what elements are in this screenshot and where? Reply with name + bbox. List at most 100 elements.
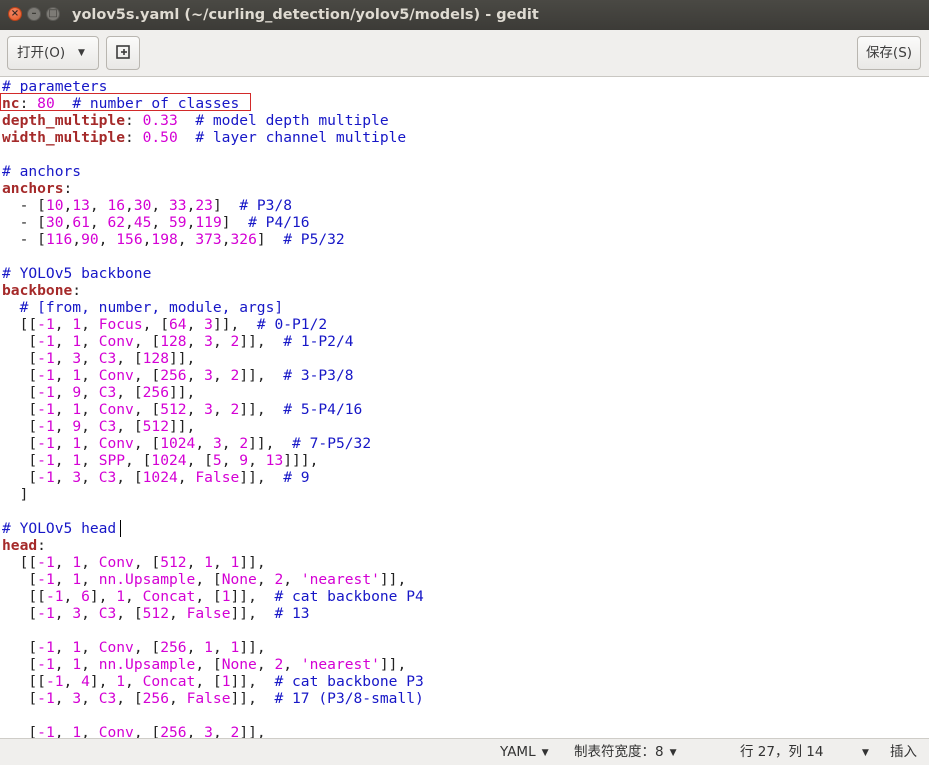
code-token: ]], — [248, 435, 293, 452]
code-token: # 3-P3/8 — [283, 367, 354, 384]
code-token: , — [283, 656, 301, 673]
code-token: anchors — [2, 180, 64, 197]
code-token: 2 — [230, 333, 240, 350]
code-token: , — [54, 469, 73, 486]
code-line: [-1, 1, Conv, [256, 1, 1]], — [2, 639, 265, 656]
cursor-position: 行 27，列 14 — [740, 739, 823, 765]
code-token: , — [63, 214, 73, 231]
code-token: , [ — [195, 673, 222, 690]
code-token: , — [54, 656, 73, 673]
code-line: [-1, 1, nn.Upsample, [None, 2, 'nearest'… — [2, 571, 406, 588]
code-token: ]], — [168, 350, 196, 367]
code-token: # anchors — [2, 163, 82, 180]
position-menu-button[interactable]: ▼ — [856, 739, 869, 766]
tab-width-label: 制表符宽度：8 — [574, 744, 664, 760]
code-token: SPP — [98, 452, 126, 469]
code-token: , — [212, 639, 231, 656]
open-button[interactable]: 打开(O) ▼ — [7, 36, 99, 70]
code-token: , [ — [186, 452, 213, 469]
code-token: 59 — [169, 214, 187, 231]
code-token: 2 — [230, 367, 240, 384]
code-token: 0.33 — [142, 112, 178, 129]
code-token: , — [81, 435, 99, 452]
code-line: [-1, 9, C3, [512]], — [2, 418, 195, 435]
code-token: depth_multiple — [2, 112, 126, 129]
code-token: -1 — [37, 350, 55, 367]
code-token: , — [54, 690, 73, 707]
code-token: 6 — [81, 588, 90, 605]
code-token: - [ — [2, 231, 46, 248]
code-token: None — [221, 656, 257, 673]
window-maximize-button[interactable]: □ — [46, 7, 60, 21]
window-minimize-button[interactable]: – — [27, 7, 41, 21]
code-token: , [ — [116, 384, 143, 401]
code-token: , — [89, 214, 108, 231]
code-token: 1 — [116, 588, 126, 605]
code-token: 30 — [133, 197, 152, 214]
code-token: 1024 — [142, 469, 178, 486]
save-button[interactable]: 保存(S) — [857, 36, 921, 70]
tab-width-selector[interactable]: 制表符宽度：8 ▼ — [574, 739, 677, 766]
code-token: 1024 — [160, 435, 196, 452]
code-token: , — [81, 316, 99, 333]
code-token: , [ — [133, 639, 161, 656]
code-token: , [ — [133, 724, 161, 738]
code-token: , — [212, 724, 231, 738]
code-line: # [from, number, module, args] — [2, 299, 284, 316]
code-token: 1 — [72, 452, 82, 469]
code-token: False — [186, 605, 231, 622]
code-token: -1 — [37, 656, 55, 673]
code-token: nn.Upsample — [98, 656, 196, 673]
code-token: 90 — [81, 231, 99, 248]
code-token: Conv — [98, 401, 134, 418]
code-token: 'nearest' — [300, 571, 380, 588]
code-token: # 13 — [274, 605, 310, 622]
code-token: Concat — [142, 673, 196, 690]
code-token: 128 — [142, 350, 169, 367]
code-token: Conv — [98, 554, 134, 571]
new-document-button[interactable] — [106, 36, 140, 70]
code-token: 128 — [160, 333, 187, 350]
language-selector[interactable]: YAML ▼ — [500, 739, 549, 766]
code-token: , — [186, 333, 205, 350]
code-token: : — [72, 282, 82, 299]
code-token: # P5/32 — [283, 231, 345, 248]
code-token: , — [81, 333, 99, 350]
code-token: , — [186, 316, 205, 333]
code-line: [[-1, 4], 1, Concat, [1]], # cat backbon… — [2, 673, 423, 690]
code-token: width_multiple — [2, 129, 126, 146]
code-token: 256 — [142, 384, 169, 401]
insert-mode[interactable]: 插入 — [890, 739, 917, 765]
code-token: 1 — [230, 554, 240, 571]
code-token: , [ — [116, 469, 143, 486]
code-line: [-1, 1, Conv, [128, 3, 2]], # 1-P2/4 — [2, 333, 353, 350]
code-token: , — [125, 673, 143, 690]
code-token: 119 — [195, 214, 222, 231]
code-token: 9 — [239, 452, 249, 469]
code-token: , — [125, 197, 134, 214]
text-editor[interactable]: # parameters nc: 80 # number of classes de… — [0, 77, 929, 738]
code-token: 1 — [204, 554, 213, 571]
code-token: 326 — [230, 231, 257, 248]
code-token: , — [125, 214, 134, 231]
code-token: ] — [221, 214, 249, 231]
code-token: -1 — [37, 384, 55, 401]
code-token: , — [72, 231, 82, 248]
nc-line-highlight-box — [0, 93, 251, 111]
title-bar: × – □ yolov5s.yaml (~/curling_detection/… — [0, 0, 929, 30]
code-token: 256 — [160, 724, 187, 738]
code-token: head — [2, 537, 38, 554]
code-token: Focus — [98, 316, 143, 333]
window-close-button[interactable]: × — [8, 7, 22, 21]
code-token: 23 — [195, 197, 213, 214]
code-token: , — [54, 605, 73, 622]
code-token: , — [186, 639, 205, 656]
code-token: , — [212, 367, 231, 384]
code-line: [-1, 3, C3, [512, False]], # 13 — [2, 605, 310, 622]
code-token: , — [256, 656, 275, 673]
code-token: -1 — [37, 418, 55, 435]
code-token: C3 — [98, 469, 117, 486]
code-token: 3 — [72, 605, 82, 622]
code-token: 3 — [204, 401, 213, 418]
